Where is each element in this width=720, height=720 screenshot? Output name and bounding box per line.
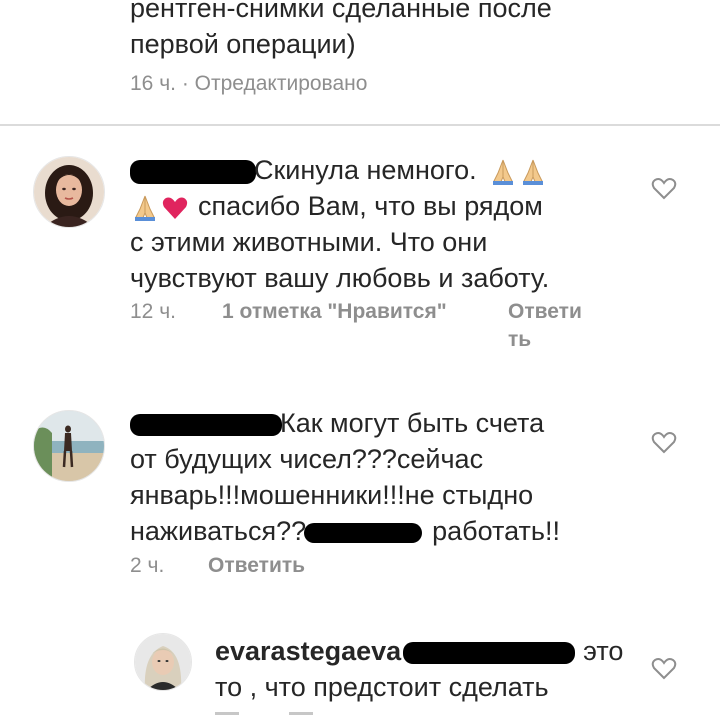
praying-hands-icon xyxy=(493,159,514,185)
user-avatar-icon xyxy=(34,157,104,227)
redacted-username xyxy=(130,413,282,436)
divider xyxy=(0,124,720,126)
comment-time: 12 ч. xyxy=(130,300,176,323)
reply-label: Ответи xyxy=(508,300,582,323)
comment-text: спасибо Вам, что вы рядом xyxy=(198,191,543,221)
praying-hands-icon xyxy=(135,195,155,221)
comment-line: то , что предстоит сделать xyxy=(215,672,549,702)
comment-username[interactable]: evarastegaeva xyxy=(215,636,401,666)
reply-button[interactable]: Ответить xyxy=(208,552,305,580)
comment-3-text: evarastegaeva это то , что предстоит сдел… xyxy=(215,633,623,705)
avatar[interactable] xyxy=(134,633,192,691)
comment-line: Как могут быть счета xyxy=(130,405,560,441)
comment-text: Как могут быть счета xyxy=(280,408,545,438)
reply-button[interactable]: Ответи ть xyxy=(508,298,582,354)
avatar[interactable] xyxy=(33,156,105,228)
comment-text: работать!! xyxy=(432,516,560,546)
heart-outline-icon[interactable] xyxy=(651,176,677,200)
redacted-text xyxy=(403,641,576,664)
edited-label: · Отредактировано xyxy=(181,72,368,95)
redacted-username xyxy=(130,159,256,184)
comment-line: январь!!!мошенники!!!не стыдно xyxy=(130,480,534,510)
avatar[interactable] xyxy=(33,410,105,482)
comment-2-text: Как могут быть счета от будущих чисел???… xyxy=(130,405,560,549)
heart-outline-icon[interactable] xyxy=(651,656,677,680)
comment-top-line: рентген-снимки сделанные после xyxy=(130,0,552,23)
comments-screen: рентген-снимки сделанные после первой оп… xyxy=(0,0,720,720)
redacted-text xyxy=(304,522,423,543)
likes-count[interactable]: 1 отметка "Нравится" xyxy=(222,298,447,326)
comment-line: чувствуют вашу любовь и заботу. xyxy=(130,263,550,293)
comment-top-meta: 16 ч. · Отредактировано xyxy=(130,70,367,98)
comment-line: от будущих чисел???сейчас xyxy=(130,444,484,474)
comment-line: Скинула немного. xyxy=(130,152,549,188)
heart-outline-icon[interactable] xyxy=(651,430,677,454)
comment-time: 2 ч. xyxy=(130,554,165,577)
comment-text: это xyxy=(583,636,624,666)
user-avatar-icon xyxy=(34,411,104,481)
comment-line: спасибо Вам, что вы рядом xyxy=(130,188,549,224)
red-heart-icon xyxy=(162,197,188,219)
comment-line: наживаться?? работать!! xyxy=(130,513,560,549)
comment-line: evarastegaeva это xyxy=(215,633,623,669)
comment-time: 16 ч. xyxy=(130,72,176,95)
comment-text: наживаться?? xyxy=(130,516,307,546)
comment-1-meta: 12 ч. xyxy=(130,298,176,326)
user-avatar-icon xyxy=(135,634,191,690)
comment-top-line: первой операции) xyxy=(130,29,356,59)
comment-top-text: рентген-снимки сделанные после первой оп… xyxy=(130,0,552,62)
cut-off-meta xyxy=(215,712,335,720)
comment-line: с этими животными. Что они xyxy=(130,227,488,257)
comment-2-meta: 2 ч. xyxy=(130,552,164,580)
reply-label: ть xyxy=(508,328,532,351)
comment-1-text: Скинула немного. спасибо Вам, что вы ряд… xyxy=(130,152,549,296)
likes-label: 1 отметка "Нравится" xyxy=(222,300,447,323)
comment-text: Скинула немного. xyxy=(254,155,477,185)
reply-label: Ответить xyxy=(208,554,306,577)
praying-hands-icon xyxy=(523,159,544,185)
